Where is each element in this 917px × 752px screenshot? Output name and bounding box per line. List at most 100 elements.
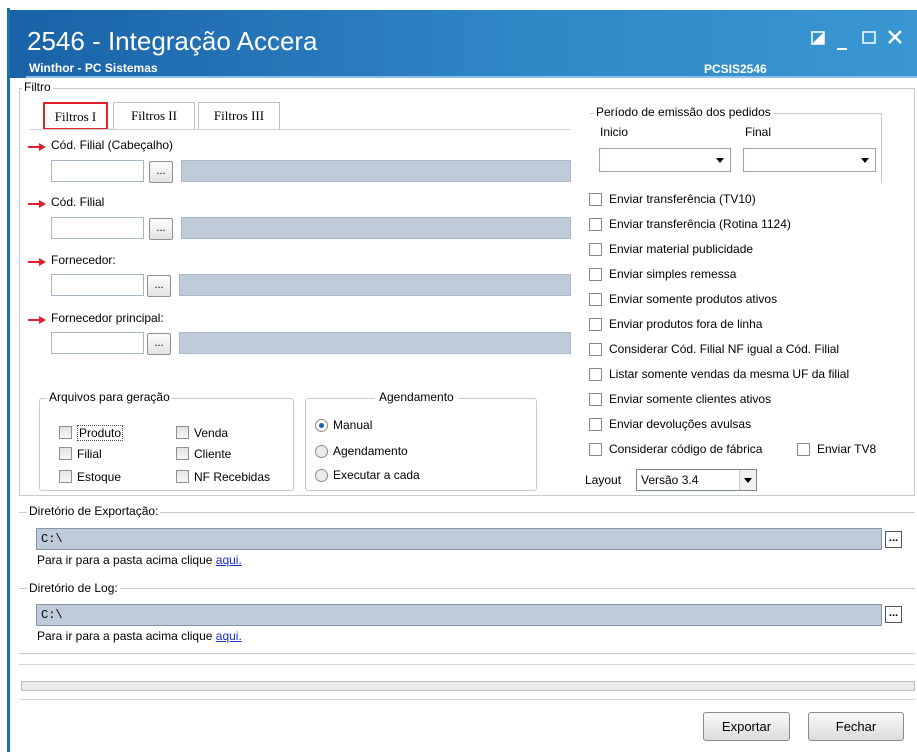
log-path-input[interactable]: C:\ xyxy=(36,604,882,626)
estoque-checkbox[interactable] xyxy=(59,470,72,483)
executar-a-cada-radio[interactable] xyxy=(315,469,328,482)
enviar-simples-remessa-label: Enviar simples remessa xyxy=(609,267,737,281)
listar-vendas-mesma-uf-checkbox[interactable] xyxy=(589,368,602,381)
enviar-material-publicidade-label: Enviar material publicidade xyxy=(609,242,754,256)
enviar-fora-de-linha-checkbox[interactable] xyxy=(589,318,602,331)
venda-checkbox[interactable] xyxy=(176,426,189,439)
enviar-tv8-checkbox[interactable] xyxy=(797,443,810,456)
window-subtitle: Winthor - PC Sistemas xyxy=(29,61,158,75)
cod-filial-lookup-button[interactable]: ... xyxy=(149,218,173,240)
progress-bar xyxy=(21,681,915,691)
cod-filial-cabecalho-description xyxy=(181,160,571,182)
filial-checkbox[interactable] xyxy=(59,447,72,460)
fornecedor-principal-lookup-button[interactable]: ... xyxy=(147,333,171,355)
manual-label: Manual xyxy=(333,418,373,432)
divider xyxy=(19,664,915,665)
enviar-tv8-label: Enviar TV8 xyxy=(817,442,877,456)
chevron-down-icon[interactable] xyxy=(716,158,724,163)
minimize-icon[interactable] xyxy=(837,36,849,54)
enviar-transferencia-1124-label: Enviar transferência (Rotina 1124) xyxy=(609,217,791,231)
cod-filial-cabecalho-input[interactable] xyxy=(51,160,144,182)
close-icon[interactable] xyxy=(887,29,903,48)
periodo-legend: Período de emissão dos pedidos xyxy=(594,105,773,119)
enviar-material-publicidade-checkbox[interactable] xyxy=(589,243,602,256)
inicio-date-picker[interactable] xyxy=(599,148,731,172)
enviar-produtos-ativos-label: Enviar somente produtos ativos xyxy=(609,292,778,306)
fornecedor-description xyxy=(179,274,571,296)
venda-label: Venda xyxy=(194,426,229,440)
manual-radio[interactable] xyxy=(315,419,328,432)
considerar-codigo-fabrica-checkbox[interactable] xyxy=(589,443,602,456)
listar-vendas-mesma-uf-label: Listar somente vendas da mesma UF da fil… xyxy=(609,367,850,381)
cod-filial-input[interactable] xyxy=(51,217,144,239)
estoque-label: Estoque xyxy=(77,470,122,484)
cod-filial-cabecalho-label: Cód. Filial (Cabeçalho) xyxy=(51,138,174,152)
enviar-transferencia-tv10-label: Enviar transferência (TV10) xyxy=(609,192,756,206)
enviar-transferencia-tv10-checkbox[interactable] xyxy=(589,193,602,206)
enviar-simples-remessa-checkbox[interactable] xyxy=(589,268,602,281)
exportacao-browse-button[interactable]: ... xyxy=(885,531,902,548)
tab-filtros-iii[interactable]: Filtros III xyxy=(198,102,280,130)
routine-code: PCSIS2546 xyxy=(704,62,767,76)
restore-icon[interactable] xyxy=(811,30,825,48)
fornecedor-principal-input[interactable] xyxy=(51,332,144,354)
fornecedor-label: Fornecedor: xyxy=(51,253,116,267)
filtro-legend: Filtro xyxy=(22,80,53,94)
final-label: Final xyxy=(745,125,772,139)
nf-recebidas-checkbox[interactable] xyxy=(176,470,189,483)
final-date-picker[interactable] xyxy=(743,148,876,172)
layout-value: Versão 3.4 xyxy=(641,473,699,487)
exportar-button[interactable]: Exportar xyxy=(703,712,790,741)
cliente-checkbox[interactable] xyxy=(176,447,189,460)
agendamento-option-label: Agendamento xyxy=(333,444,408,458)
fornecedor-principal-label: Fornecedor principal: xyxy=(51,311,164,325)
log-hint-text: Para ir para a pasta acima clique xyxy=(37,629,216,643)
cod-filial-label: Cód. Filial xyxy=(51,195,105,209)
filial-label: Filial xyxy=(77,447,102,461)
tab-filtros-ii[interactable]: Filtros II xyxy=(113,102,195,130)
enviar-devolucoes-avulsas-checkbox[interactable] xyxy=(589,418,602,431)
considerar-cod-filial-nf-label: Considerar Cód. Filial NF igual a Cód. F… xyxy=(609,342,840,356)
enviar-clientes-ativos-label: Enviar somente clientes ativos xyxy=(609,392,772,406)
arquivos-legend: Arquivos para geração xyxy=(47,390,172,404)
executar-a-cada-label: Executar a cada xyxy=(333,468,420,482)
cliente-label: Cliente xyxy=(194,447,232,461)
enviar-clientes-ativos-checkbox[interactable] xyxy=(589,393,602,406)
tab-strip-line xyxy=(30,129,570,130)
divider xyxy=(19,699,915,700)
agendamento-legend: Agendamento xyxy=(375,390,458,404)
exportacao-hint: Para ir para a pasta acima clique aqui. xyxy=(37,553,242,567)
fechar-button[interactable]: Fechar xyxy=(808,712,904,741)
exportacao-legend: Diretório de Exportação: xyxy=(27,504,161,518)
fornecedor-input[interactable] xyxy=(51,274,144,296)
pointer-arrow-icon xyxy=(28,258,46,266)
agendamento-radio[interactable] xyxy=(315,445,328,458)
maximize-icon[interactable] xyxy=(862,30,876,48)
enviar-produtos-ativos-checkbox[interactable] xyxy=(589,293,602,306)
inicio-label: Inicio xyxy=(600,125,629,139)
layout-select[interactable]: Versão 3.4 xyxy=(636,469,757,491)
log-legend: Diretório de Log: xyxy=(27,581,120,595)
title-bar[interactable]: 2546 - Integração Accera Winthor - PC Si… xyxy=(10,10,917,78)
fornecedor-principal-description xyxy=(179,332,571,354)
produto-checkbox[interactable] xyxy=(59,426,72,439)
pointer-arrow-icon xyxy=(28,316,46,324)
chevron-down-icon[interactable] xyxy=(861,158,869,163)
pointer-arrow-icon xyxy=(28,143,46,151)
log-browse-button[interactable]: ... xyxy=(885,606,902,623)
fornecedor-lookup-button[interactable]: ... xyxy=(147,275,171,297)
log-hint: Para ir para a pasta acima clique aqui. xyxy=(37,629,242,643)
exportacao-hint-text: Para ir para a pasta acima clique xyxy=(37,553,216,567)
cod-filial-cabecalho-lookup-button[interactable]: ... xyxy=(149,161,173,183)
layout-label: Layout xyxy=(585,473,622,487)
exportacao-path-input[interactable]: C:\ xyxy=(36,528,882,550)
cod-filial-description xyxy=(181,217,571,239)
considerar-codigo-fabrica-label: Considerar código de fábrica xyxy=(609,442,763,456)
exportacao-open-folder-link[interactable]: aqui. xyxy=(216,553,242,567)
tab-filtros-i[interactable]: Filtros I xyxy=(43,102,108,130)
log-open-folder-link[interactable]: aqui. xyxy=(216,629,242,643)
window-title: 2546 - Integração Accera xyxy=(27,26,318,56)
enviar-transferencia-1124-checkbox[interactable] xyxy=(589,218,602,231)
considerar-cod-filial-nf-checkbox[interactable] xyxy=(589,343,602,356)
layout-dropdown-button[interactable] xyxy=(739,470,756,490)
